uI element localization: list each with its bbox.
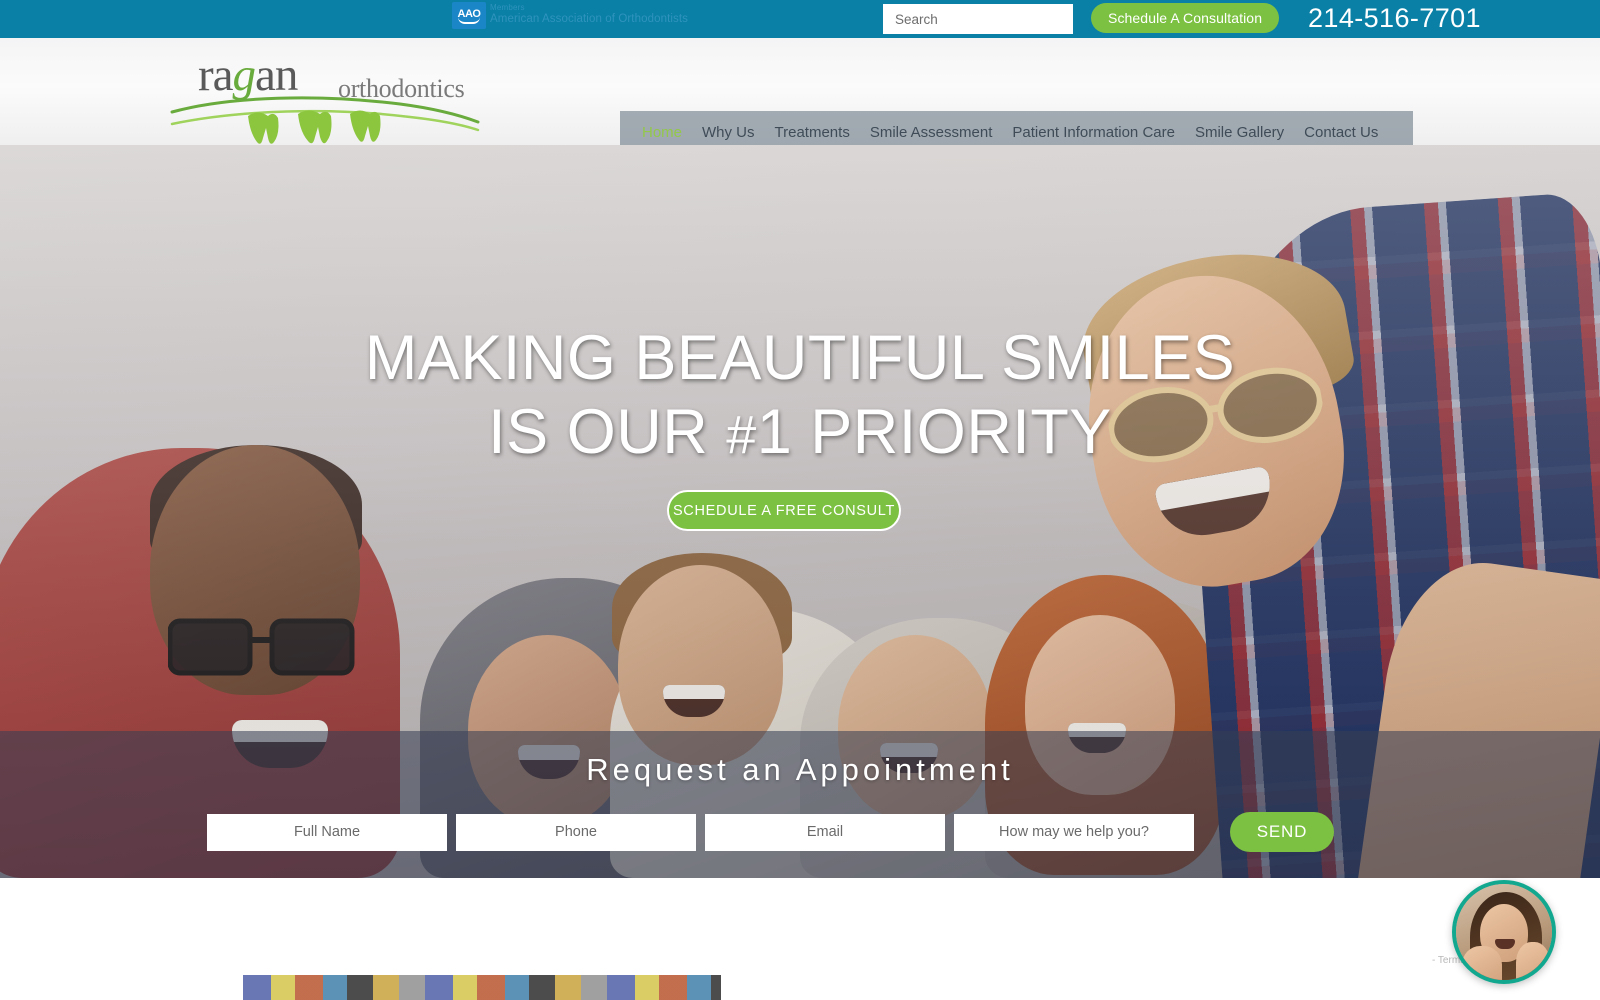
nav-item-contact-us[interactable]: Contact Us — [1294, 124, 1388, 141]
email-input[interactable] — [705, 813, 945, 851]
content-image-strip — [243, 975, 721, 1000]
send-button[interactable]: SEND — [1230, 812, 1334, 852]
message-input[interactable] — [954, 813, 1194, 851]
site-logo[interactable]: ragan orthodontics — [170, 46, 480, 144]
schedule-consultation-button[interactable]: Schedule A Consultation — [1091, 3, 1280, 33]
hero-headline-line-2: IS OUR #1 PRIORITY — [0, 395, 1600, 472]
top-utility-bar: AAO Members American Association of Orth… — [0, 0, 1600, 38]
appointment-form[interactable]: SEND — [207, 812, 1334, 852]
below-hero-section — [0, 878, 1600, 1000]
nav-item-why-us[interactable]: Why Us — [692, 124, 765, 141]
phone-input[interactable] — [456, 813, 696, 851]
nav-item-smile-gallery[interactable]: Smile Gallery — [1185, 124, 1294, 141]
nav-item-patient-information-care[interactable]: Patient Information Care — [1002, 124, 1185, 141]
aao-membership-badge: AAO Members American Association of Orth… — [452, 2, 688, 32]
logo-swoosh-with-teeth-icon — [170, 96, 480, 144]
hero-headline-line-2-a: IS OUR — [488, 397, 727, 467]
hero-headline: MAKING BEAUTIFUL SMILES IS OUR #1 PRIORI… — [0, 321, 1600, 472]
hero-headline-line-1: MAKING BEAUTIFUL SMILES — [364, 323, 1236, 393]
full-name-input[interactable] — [207, 813, 447, 851]
hero-banner: MAKING BEAUTIFUL SMILES IS OUR #1 PRIORI… — [0, 145, 1600, 878]
nav-item-home[interactable]: Home — [632, 124, 692, 141]
aao-smile-icon — [458, 17, 480, 24]
aao-logo-icon: AAO — [452, 2, 486, 29]
phone-number-link[interactable]: 214-516-7701 — [1308, 2, 1481, 35]
schedule-free-consult-button[interactable]: SCHEDULE A FREE CONSULT — [667, 490, 901, 531]
video-widget-person-hand-left — [1462, 946, 1502, 980]
nav-item-treatments[interactable]: Treatments — [765, 124, 860, 141]
search-input[interactable] — [883, 4, 1073, 34]
request-appointment-title: Request an Appointment — [586, 752, 1014, 787]
video-chat-widget-button[interactable] — [1452, 880, 1556, 984]
aao-text-block: Members American Association of Orthodon… — [490, 2, 688, 26]
hero-headline-line-2-b: 1 PRIORITY — [756, 397, 1112, 467]
video-widget-person-hand-right — [1516, 942, 1550, 980]
nav-item-smile-assessment[interactable]: Smile Assessment — [860, 124, 1003, 141]
aao-association-label: American Association of Orthodontists — [490, 13, 689, 25]
site-header: ragan orthodontics Home Why Us Treatment… — [0, 38, 1600, 153]
request-appointment-section: Request an Appointment SEND — [0, 731, 1600, 878]
hero-headline-hash-symbol: # — [726, 405, 757, 465]
aao-members-label: Members — [490, 3, 525, 12]
